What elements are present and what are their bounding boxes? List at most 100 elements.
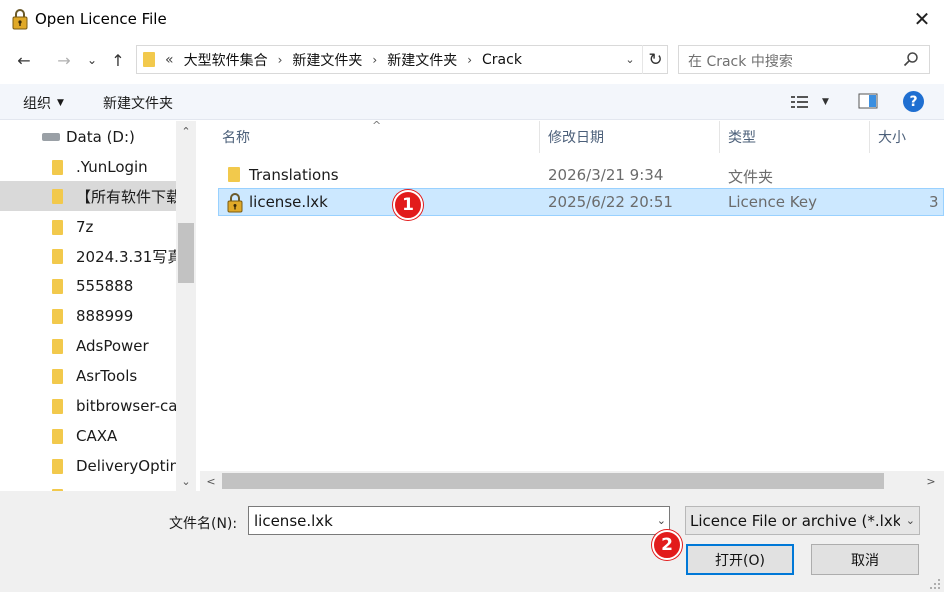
file-name: license.lxk (249, 193, 328, 211)
nav-item-label: 7z (76, 218, 94, 236)
file-type: Licence Key (728, 193, 817, 211)
change-view-button[interactable]: ▼ (790, 92, 836, 112)
nav-item-label: 888999 (76, 307, 134, 325)
organize-menu[interactable]: 组织 ▼ (23, 93, 64, 113)
breadcrumb: « 大型软件集合 › 新建文件夹 › 新建文件夹 › Crack (165, 50, 522, 70)
refresh-button[interactable]: ↻ (642, 45, 668, 74)
folder-icon (228, 167, 240, 182)
organize-label: 组织 (23, 96, 51, 112)
nav-folder-item[interactable]: AdsPower (0, 331, 176, 361)
preview-pane-icon[interactable] (858, 92, 878, 110)
search-icon[interactable] (903, 51, 919, 67)
chevron-right-icon[interactable]: › (278, 53, 283, 67)
nav-item-label: 2024.3.31写真 (76, 247, 176, 266)
close-button[interactable]: ✕ (900, 0, 944, 38)
details-view-icon (791, 96, 808, 108)
caret-down-icon: ▼ (57, 98, 64, 108)
column-header-size[interactable]: 大小 (870, 121, 944, 153)
drive-icon (42, 133, 60, 141)
scroll-right-arrow-icon[interactable]: > (922, 471, 940, 491)
folder-icon (52, 398, 63, 414)
nav-item-data-drive[interactable]: Data (D:) (0, 122, 176, 152)
new-folder-button[interactable]: 新建文件夹 (103, 93, 173, 113)
scroll-thumb[interactable] (178, 223, 194, 283)
file-size: 3 (929, 193, 939, 211)
nav-item-label: 555888 (76, 277, 134, 295)
file-modified: 2026/3/21 9:34 (548, 166, 664, 184)
nav-item-label: CAXA (76, 427, 118, 445)
nav-folder-item[interactable]: .YunLogin (0, 152, 176, 182)
recent-locations-button[interactable]: ⌄ (82, 46, 102, 74)
nav-folder-item[interactable]: 555888 (0, 271, 176, 301)
breadcrumb-overflow[interactable]: « (165, 52, 174, 68)
lock-file-icon (227, 193, 243, 213)
nav-item-label: 【所有软件下载 (76, 187, 176, 206)
search-input[interactable]: 在 Crack 中搜索 (678, 45, 930, 74)
open-button[interactable]: 打开(O) (686, 544, 794, 575)
help-button[interactable]: ? (903, 91, 924, 112)
column-header-modified[interactable]: 修改日期 (540, 121, 720, 153)
nav-folder-item[interactable]: CAXA (0, 421, 176, 451)
nav-folder-item[interactable]: ... (0, 481, 176, 491)
column-header-name[interactable]: 名称 (200, 121, 540, 153)
chevron-right-icon[interactable]: › (467, 53, 472, 67)
file-list-hscrollbar[interactable]: < > (200, 471, 944, 491)
nav-folder-item[interactable]: bitbrowser-ca (0, 391, 176, 421)
folder-icon (52, 248, 63, 264)
folder-icon (52, 188, 63, 204)
caret-down-icon: ▼ (822, 97, 829, 107)
breadcrumb-item[interactable]: Crack (482, 52, 522, 68)
window-title: Open Licence File (35, 10, 167, 28)
folder-icon (52, 368, 63, 384)
nav-folder-item[interactable]: 2024.3.31写真 (0, 241, 176, 271)
nav-folder-item[interactable]: DeliveryOptin (0, 451, 176, 481)
cancel-button[interactable]: 取消 (811, 544, 919, 575)
breadcrumb-item[interactable]: 大型软件集合 (184, 50, 268, 70)
folder-icon (52, 458, 63, 474)
nav-folder-item[interactable]: 7z (0, 212, 176, 242)
folder-icon (52, 278, 63, 294)
resize-grip-icon[interactable] (928, 577, 942, 591)
folder-icon (52, 308, 63, 324)
nav-folder-item[interactable]: AsrTools (0, 361, 176, 391)
folder-icon (52, 159, 63, 175)
forward-button[interactable]: → (52, 46, 76, 74)
address-bar[interactable]: « 大型软件集合 › 新建文件夹 › 新建文件夹 › Crack (136, 45, 668, 74)
file-modified: 2025/6/22 20:51 (548, 193, 673, 211)
folder-icon (52, 338, 63, 354)
nav-folder-item[interactable]: 【所有软件下载 (0, 181, 176, 211)
file-list: ^ 名称 修改日期 类型 大小 Translations 2026/3/21 9… (200, 121, 944, 491)
chevron-right-icon[interactable]: › (372, 53, 377, 67)
file-row[interactable]: Translations 2026/3/21 9:34 文件夹 (218, 161, 944, 189)
file-row-selected[interactable]: license.lxk 2025/6/22 20:51 Licence Key … (218, 188, 944, 216)
scroll-left-arrow-icon[interactable]: < (202, 471, 220, 491)
scroll-down-arrow-icon[interactable]: ⌄ (176, 471, 196, 491)
folder-icon (52, 219, 63, 235)
filename-value: license.lxk (254, 512, 333, 530)
lock-icon (12, 9, 28, 30)
file-type-filter-select[interactable]: Licence File or archive (*.lxk * ⌄ (685, 506, 920, 535)
nav-folder-item[interactable]: 888999 (0, 301, 176, 331)
nav-item-label: DeliveryOptin (76, 457, 176, 475)
file-type: 文件夹 (728, 168, 774, 186)
nav-item-label: AdsPower (76, 337, 149, 355)
folder-icon (143, 52, 155, 67)
address-dropdown-button[interactable]: ⌄ (620, 45, 640, 74)
chevron-down-icon[interactable]: ⌄ (657, 514, 666, 527)
breadcrumb-item[interactable]: 新建文件夹 (292, 50, 362, 70)
folder-icon (52, 428, 63, 444)
dialog-footer: 文件名(N): license.lxk ⌄ Licence File or ar… (0, 491, 944, 592)
breadcrumb-item[interactable]: 新建文件夹 (387, 50, 457, 70)
scroll-thumb[interactable] (222, 473, 884, 489)
up-button[interactable]: ↑ (106, 46, 130, 74)
command-toolbar: 组织 ▼ 新建文件夹 ▼ ? (0, 84, 944, 120)
nav-item-label: Data (D:) (66, 128, 135, 146)
filter-value: Licence File or archive (*.lxk * (690, 512, 900, 530)
nav-scrollbar[interactable]: ⌃ ⌄ (176, 121, 196, 491)
back-button[interactable]: ← (12, 46, 36, 74)
scroll-up-arrow-icon[interactable]: ⌃ (176, 121, 196, 141)
column-header-type[interactable]: 类型 (720, 121, 870, 153)
filename-input[interactable]: license.lxk ⌄ (248, 506, 670, 535)
file-name: Translations (249, 166, 339, 184)
navigation-pane: Data (D:) .YunLogin 【所有软件下载 7z 2024.3.31… (0, 121, 196, 491)
